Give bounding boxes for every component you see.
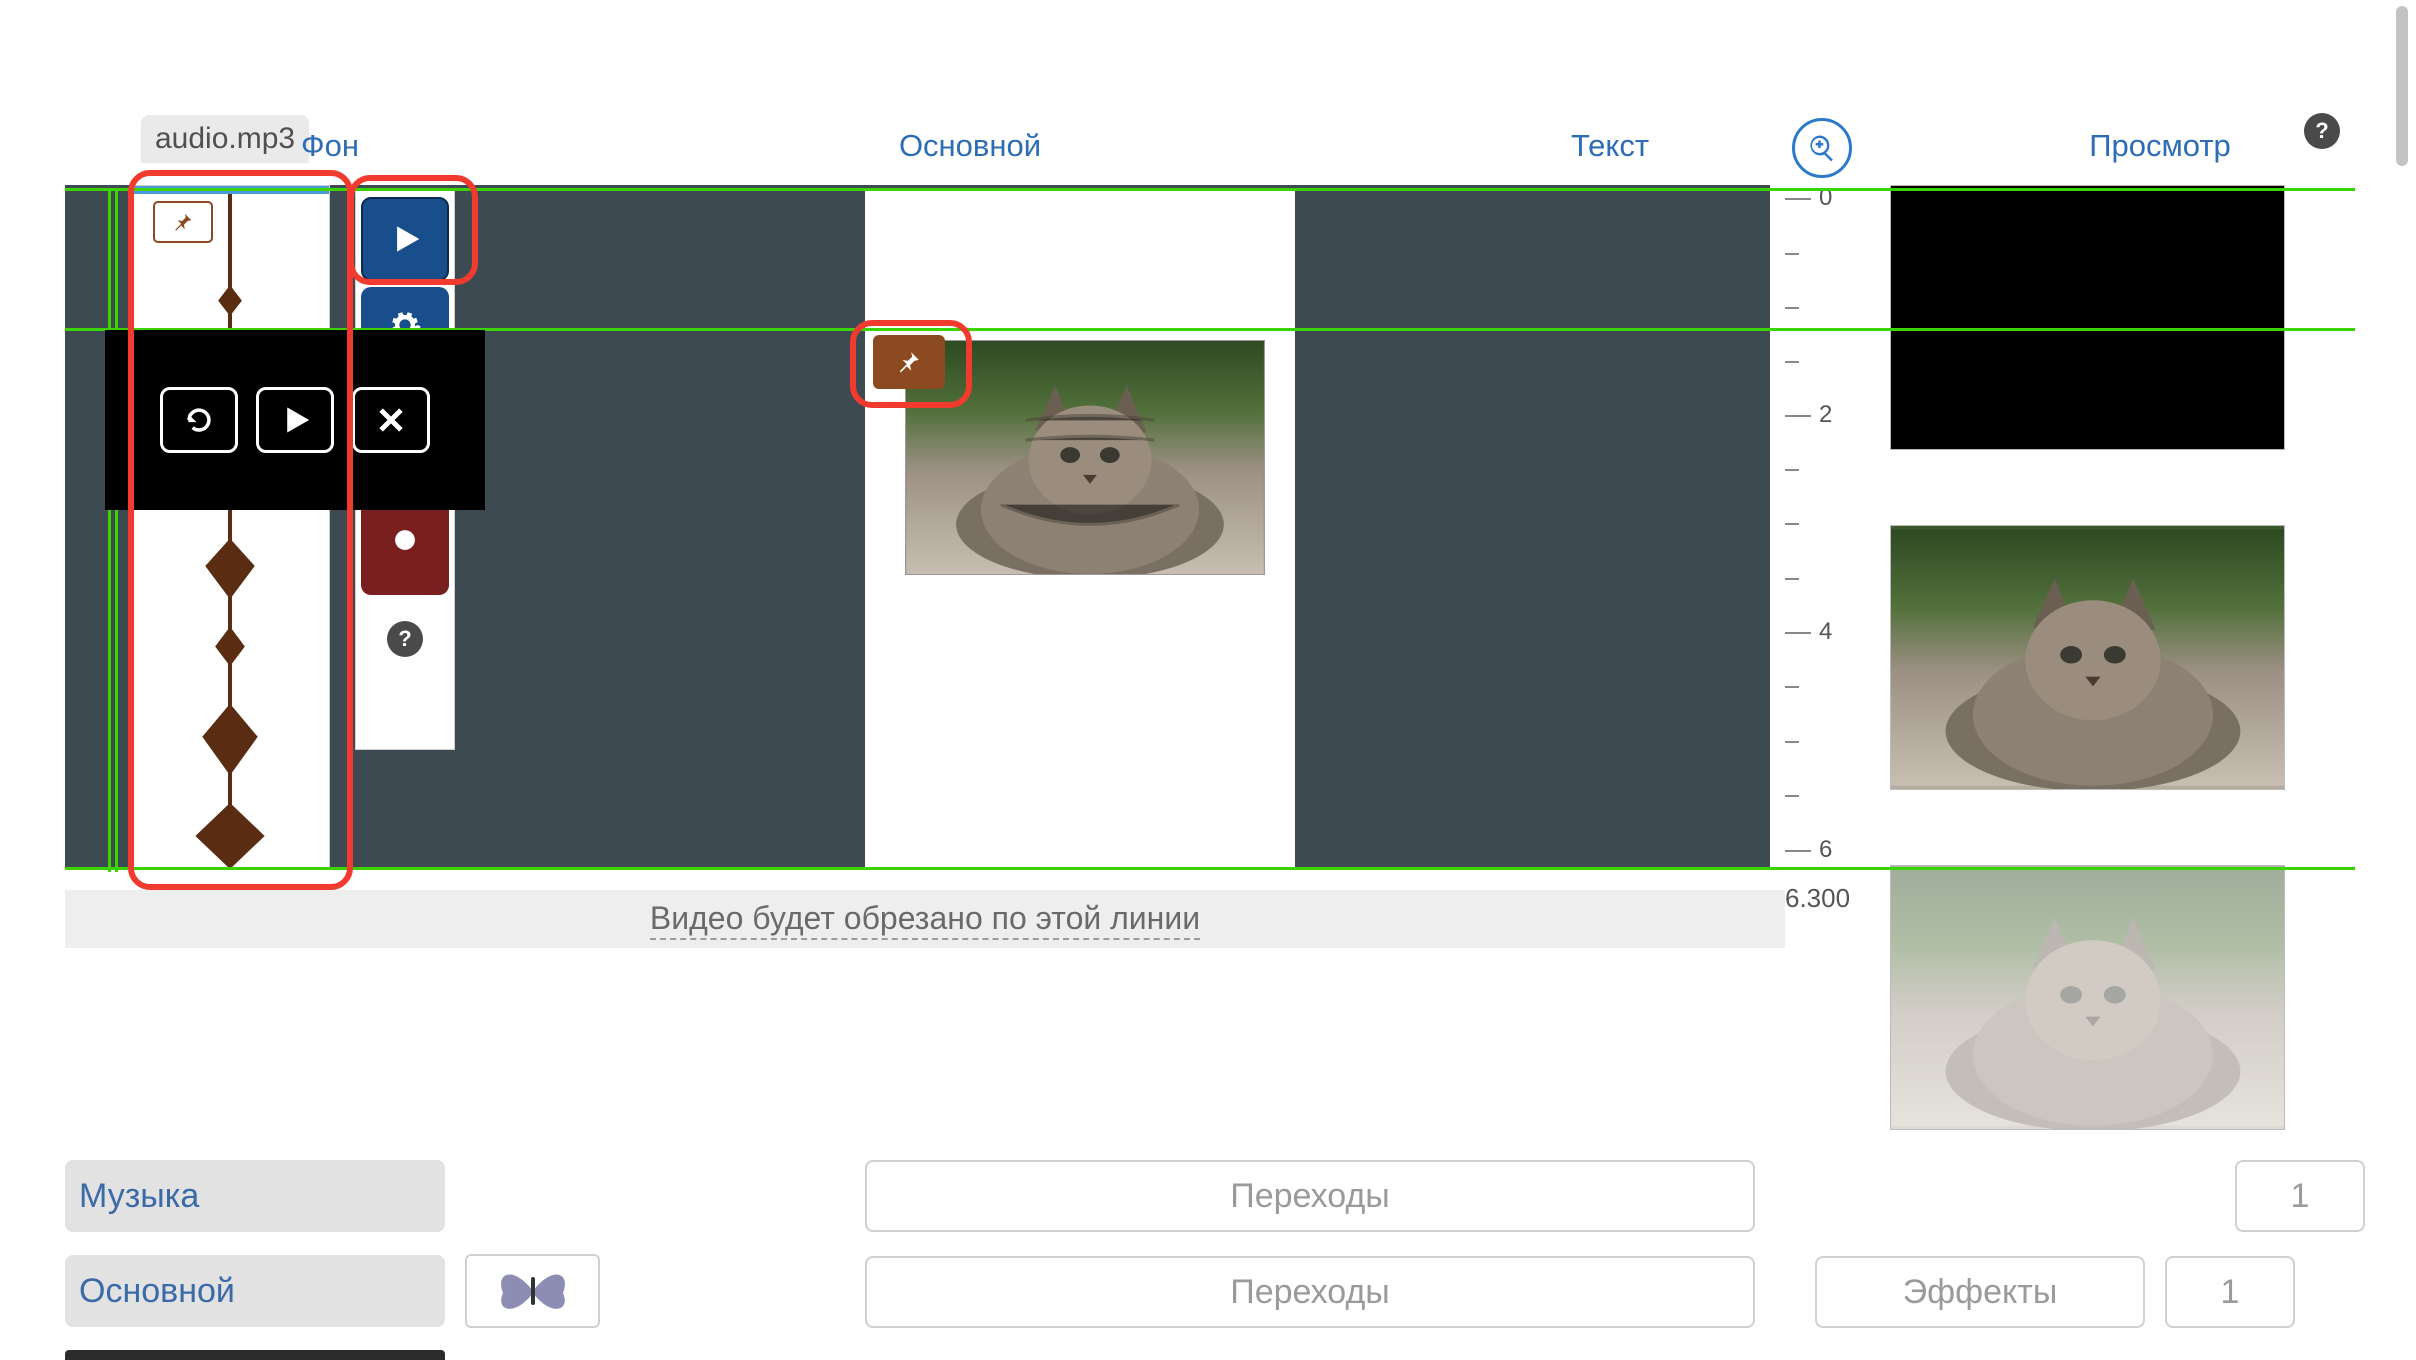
guide-line: [115, 188, 118, 872]
count-input-2[interactable]: 1: [2165, 1256, 2295, 1328]
guide-line: [65, 188, 2355, 191]
main-track-clip[interactable]: [865, 190, 1295, 870]
pin-icon: [172, 211, 194, 233]
cat-image: [906, 341, 1264, 574]
preview-frame-0[interactable]: [1890, 185, 2285, 450]
popup-close-button[interactable]: [352, 387, 430, 453]
count-input-1[interactable]: 1: [2235, 1160, 2365, 1232]
zoom-in-button[interactable]: [1792, 118, 1852, 178]
track-label-main[interactable]: Основной: [65, 1255, 445, 1327]
page-scrollbar[interactable]: [2394, 6, 2410, 1346]
waveform: [131, 186, 329, 869]
clip-pin-button[interactable]: [873, 335, 945, 389]
reload-icon: [182, 403, 216, 437]
clip-help-button[interactable]: ?: [361, 601, 449, 677]
cut-line-label[interactable]: Видео будет обрезано по этой линии: [65, 900, 1785, 937]
play-icon: [386, 220, 424, 258]
transitions-input-2[interactable]: Переходы: [865, 1256, 1755, 1328]
pin-icon: [896, 349, 922, 375]
bottom-strip: [65, 1350, 445, 1360]
close-icon: [374, 403, 408, 437]
pin-button[interactable]: [153, 201, 213, 243]
transitions-input-1[interactable]: Переходы: [865, 1160, 1755, 1232]
guide-line: [65, 867, 2355, 870]
butterfly-thumb[interactable]: [465, 1254, 600, 1328]
col-bg[interactable]: Фон: [10, 128, 650, 188]
track-label-music[interactable]: Музыка: [65, 1160, 445, 1232]
play-icon: [278, 403, 312, 437]
record-icon: [388, 523, 422, 557]
audio-track[interactable]: [130, 185, 330, 870]
popup-play-button[interactable]: [256, 387, 334, 453]
col-main[interactable]: Основной: [650, 128, 1290, 188]
help-button[interactable]: ?: [2304, 113, 2340, 149]
preview-column: [1890, 185, 2290, 1205]
guide-line: [108, 188, 111, 872]
reload-button[interactable]: [160, 387, 238, 453]
preview-frame-2[interactable]: [1890, 865, 2285, 1130]
time-ruler: 0 2 4 6 6.300: [1785, 185, 1895, 905]
magnify-plus-icon: [1807, 133, 1837, 163]
column-headers: Фон Основной Текст Просмотр: [10, 128, 2390, 188]
butterfly-icon: [493, 1263, 573, 1319]
play-button[interactable]: [361, 197, 449, 281]
preview-frame-1[interactable]: [1890, 525, 2285, 790]
effects-input[interactable]: Эффекты: [1815, 1256, 2145, 1328]
clip-popup: [105, 330, 485, 510]
clip-thumbnail: [905, 340, 1265, 575]
